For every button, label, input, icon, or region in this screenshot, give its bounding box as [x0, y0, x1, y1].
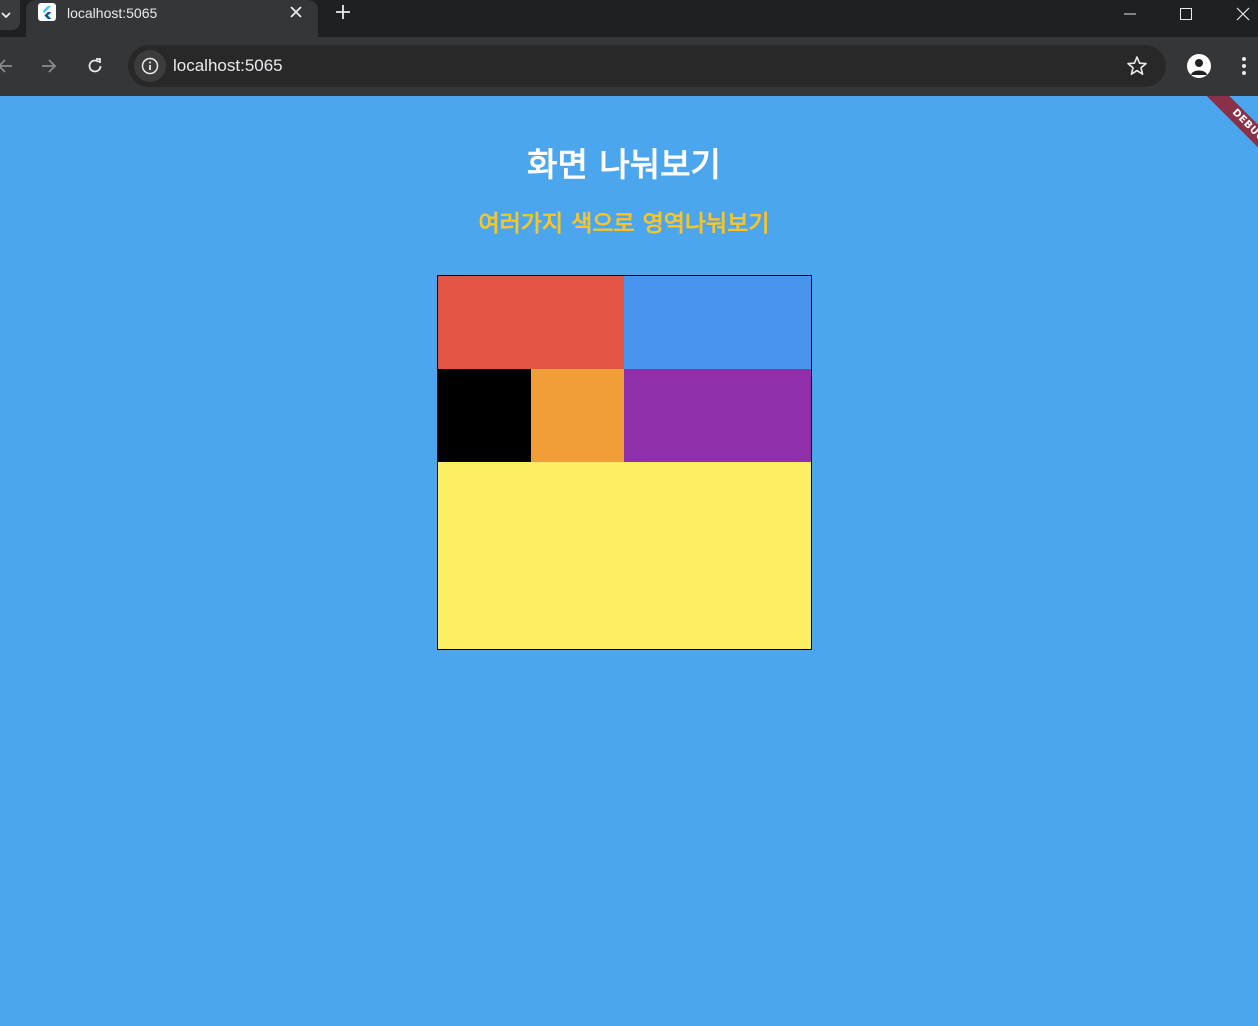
tab-search-button[interactable]	[0, 0, 20, 30]
color-grid	[437, 275, 812, 650]
account-icon	[1191, 59, 1207, 75]
info-icon	[141, 57, 159, 75]
purple-region	[624, 369, 811, 462]
profile-avatar[interactable]	[1187, 54, 1211, 78]
yellow-region	[438, 462, 811, 649]
minimize-icon	[1124, 13, 1136, 15]
maximize-icon	[1180, 8, 1192, 20]
site-info-button[interactable]	[134, 50, 166, 82]
address-bar[interactable]: localhost:5065	[128, 45, 1166, 87]
tab-title: localhost:5065	[67, 5, 158, 21]
window-close-button[interactable]	[1220, 0, 1258, 28]
forward-button[interactable]	[38, 55, 60, 77]
reload-button[interactable]	[84, 55, 106, 77]
chevron-down-icon	[1, 12, 11, 19]
maximize-button[interactable]	[1163, 0, 1209, 28]
page-subtitle: 여러가지 색으로 영역나눠보기	[478, 211, 770, 237]
red-region	[438, 276, 624, 369]
browser-toolbar: localhost:5065	[0, 37, 1258, 96]
debug-label: DEBUG	[1206, 96, 1258, 164]
minimize-button[interactable]	[1107, 0, 1153, 28]
back-button[interactable]	[0, 55, 16, 77]
debug-banner: DEBUG	[1190, 96, 1258, 164]
reload-icon	[88, 58, 102, 73]
arrow-left-icon	[0, 59, 12, 73]
browser-tab[interactable]: localhost:5065	[26, 0, 318, 37]
blue-region	[624, 276, 811, 369]
close-icon[interactable]	[288, 4, 304, 20]
page-title: 화면 나눠보기	[527, 145, 721, 184]
flutter-favicon-icon	[38, 3, 56, 21]
star-icon[interactable]	[1126, 55, 1148, 77]
black-region	[438, 369, 531, 462]
url-text[interactable]: localhost:5065	[173, 56, 283, 76]
close-icon	[1236, 7, 1250, 21]
plus-icon[interactable]	[334, 3, 352, 21]
more-vert-icon[interactable]	[1234, 53, 1254, 79]
tab-strip: localhost:5065	[0, 0, 1258, 37]
arrow-right-icon	[42, 59, 57, 73]
page-viewport: 화면 나눠보기 여러가지 색으로 영역나눠보기	[0, 96, 1258, 1026]
orange-region	[531, 369, 624, 462]
